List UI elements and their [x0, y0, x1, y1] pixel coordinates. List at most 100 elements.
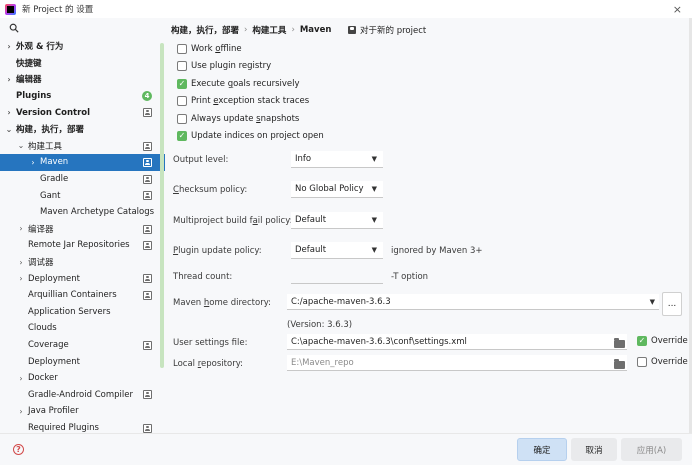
sidebar-item[interactable]: Application Servers	[0, 304, 165, 321]
output-level-dropdown[interactable]: Info ▼	[291, 151, 383, 168]
sidebar-item[interactable]: Arquillian Containers	[0, 287, 165, 304]
chevron-down-icon: ▼	[371, 185, 377, 193]
sidebar-item[interactable]: › Maven	[0, 154, 165, 171]
sidebar-item[interactable]: › Version Control	[0, 104, 165, 121]
plugin-update-policy-value: Default	[295, 245, 327, 255]
checkbox[interactable]	[177, 44, 187, 54]
folder-icon[interactable]	[614, 359, 625, 369]
thread-count-input[interactable]	[291, 269, 383, 284]
multiproject-policy-dropdown[interactable]: Default ▼	[291, 212, 383, 229]
chevron-down-icon: ▼	[371, 216, 377, 224]
sidebar-item-label: Coverage	[28, 339, 69, 350]
sidebar-item[interactable]: Plugins 4	[0, 88, 165, 105]
sidebar-search[interactable]	[0, 18, 165, 38]
sidebar-item[interactable]: Clouds	[0, 320, 165, 337]
checkbox[interactable]: ✓	[177, 131, 187, 141]
ok-button[interactable]: 确定	[517, 438, 567, 461]
sidebar-item[interactable]: › 调试器	[0, 254, 165, 271]
checkbox[interactable]: ✓	[637, 336, 647, 346]
chevron-right-icon[interactable]: ›	[16, 258, 26, 267]
dialog-footer: ? 确定 取消 应用(A)	[0, 433, 692, 465]
chevron-down-icon[interactable]: ⌄	[4, 125, 14, 134]
thread-count-label: Thread count:	[173, 272, 233, 282]
sidebar-item[interactable]: Maven Archetype Catalogs	[0, 204, 165, 221]
project-scope-icon	[143, 141, 152, 151]
user-settings-override[interactable]: ✓ Override	[637, 336, 688, 346]
sidebar-item-label: 编译器	[28, 224, 54, 235]
sidebar-item[interactable]: Deployment	[0, 353, 165, 370]
user-settings-field[interactable]: C:\apache-maven-3.6.3\conf\settings.xml	[287, 334, 627, 350]
option-checkbox-row[interactable]: ✓ Execute goals recursively	[177, 79, 300, 89]
sidebar-item-label: Deployment	[28, 356, 80, 367]
sidebar-scrollbar[interactable]	[160, 43, 164, 368]
sidebar-item-label: 编辑器	[16, 75, 42, 86]
checkbox[interactable]	[177, 61, 187, 71]
local-repository-label: Local repository:	[173, 359, 243, 369]
chevron-right-icon[interactable]: ›	[4, 75, 14, 84]
window-titlebar: 新 Project 的 设置 ×	[0, 0, 692, 18]
sidebar-item[interactable]: Gant	[0, 187, 165, 204]
plugin-update-policy-dropdown[interactable]: Default ▼	[291, 242, 383, 259]
chevron-right-icon[interactable]: ›	[4, 108, 14, 117]
close-icon[interactable]: ×	[673, 3, 682, 16]
sidebar-item-label: Application Servers	[28, 306, 111, 317]
checkbox[interactable]	[177, 114, 187, 124]
sidebar-item-label: Gant	[40, 190, 61, 201]
option-checkbox-row[interactable]: Print exception stack traces	[177, 96, 309, 106]
chevron-right-icon[interactable]: ›	[16, 274, 26, 283]
sidebar-item[interactable]: 快捷键	[0, 55, 165, 72]
help-icon[interactable]: ?	[13, 444, 24, 455]
local-repository-override[interactable]: Override	[637, 357, 688, 367]
sidebar-item[interactable]: › Deployment	[0, 270, 165, 287]
folder-icon[interactable]	[614, 338, 625, 348]
checkbox[interactable]: ✓	[177, 79, 187, 89]
breadcrumb-separator: ›	[291, 25, 295, 35]
chevron-down-icon[interactable]: ⌄	[16, 141, 26, 150]
local-repository-value: E:\Maven_repo	[291, 357, 354, 368]
sidebar-item-label: 快捷键	[16, 58, 42, 69]
chevron-right-icon[interactable]: ›	[4, 42, 14, 51]
sidebar-item[interactable]: › Docker	[0, 370, 165, 387]
project-scope-note: 对于新的 project	[348, 24, 426, 36]
chevron-right-icon[interactable]: ›	[28, 158, 38, 167]
option-checkbox-row[interactable]: Work offline	[177, 44, 242, 54]
sidebar-item[interactable]: › 编译器	[0, 221, 165, 238]
sidebar-item[interactable]: Gradle	[0, 171, 165, 188]
chevron-right-icon[interactable]: ›	[16, 407, 26, 416]
chevron-right-icon[interactable]: ›	[16, 374, 26, 383]
checkbox-label: Print exception stack traces	[191, 96, 310, 106]
updates-badge: 4	[142, 90, 152, 101]
cancel-button[interactable]: 取消	[571, 438, 617, 461]
breadcrumb-item: 构建，执行，部署	[171, 26, 240, 36]
option-checkbox-row[interactable]: Use plugin registry	[177, 61, 271, 71]
sidebar-item[interactable]: Required Plugins	[0, 420, 165, 433]
browse-maven-home-button[interactable]: ...	[662, 292, 682, 316]
breadcrumb-item: 构建工具	[252, 26, 287, 36]
sidebar-item-label: Gradle-Android Compiler	[28, 389, 133, 400]
apply-button[interactable]: 应用(A)	[621, 438, 682, 461]
sidebar-item[interactable]: › 外观 & 行为	[0, 38, 165, 55]
checkbox[interactable]	[177, 96, 187, 106]
maven-home-combobox[interactable]: C:/apache-maven-3.6.3 ▼	[287, 294, 659, 310]
sidebar-item-label: Remote Jar Repositories	[28, 240, 130, 251]
settings-tree: › 外观 & 行为 快捷键 › 编辑器 Plugins 4 › Version Control ⌄…	[0, 38, 165, 433]
option-checkbox-row[interactable]: ✓ Update indices on project open	[177, 131, 324, 141]
local-repository-field[interactable]: E:\Maven_repo	[287, 355, 627, 371]
sidebar-item[interactable]: › Java Profiler	[0, 403, 165, 420]
sidebar-item[interactable]: ⌄ 构建工具	[0, 138, 165, 155]
project-scope-icon	[143, 108, 152, 118]
project-scope-icon	[143, 224, 152, 234]
sidebar-item-label: Arquillian Containers	[28, 290, 117, 301]
sidebar-item[interactable]: ⌄ 构建，执行，部署	[0, 121, 165, 138]
option-checkbox-row[interactable]: Always update snapshots	[177, 114, 299, 124]
sidebar-item-label: Java Profiler	[28, 406, 79, 417]
sidebar-item[interactable]: Coverage	[0, 337, 165, 354]
sidebar-item[interactable]: Remote Jar Repositories	[0, 237, 165, 254]
user-settings-label: User settings file:	[173, 338, 248, 348]
chevron-right-icon[interactable]: ›	[16, 224, 26, 233]
sidebar-item[interactable]: › 编辑器	[0, 71, 165, 88]
checkbox[interactable]	[637, 357, 647, 367]
checksum-policy-dropdown[interactable]: No Global Policy ▼	[291, 181, 383, 198]
sidebar-item[interactable]: Gradle-Android Compiler	[0, 386, 165, 403]
project-scope-icon	[143, 158, 152, 168]
